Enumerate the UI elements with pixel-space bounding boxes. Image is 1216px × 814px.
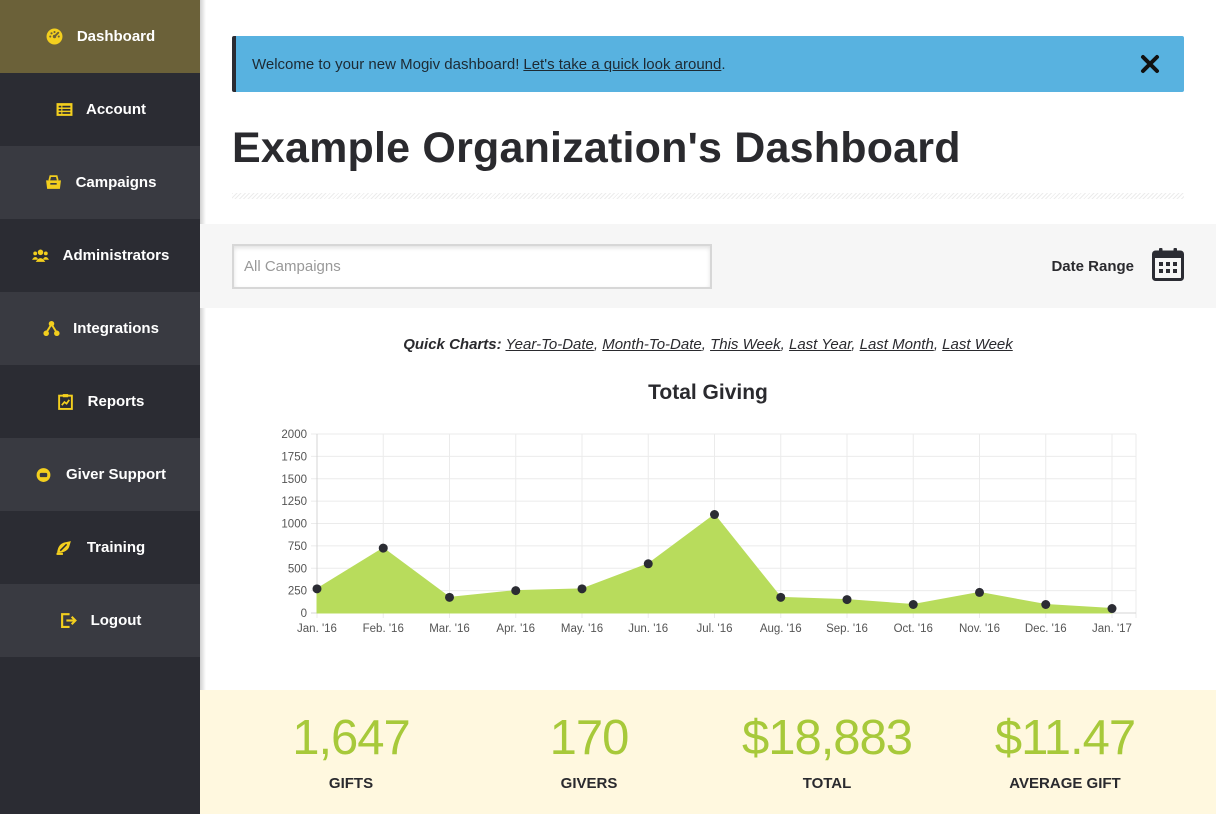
data-point — [577, 584, 587, 594]
quick-chart-link-mtd[interactable]: Month-To-Date — [602, 336, 702, 353]
sidebar-item-label: Logout — [90, 612, 142, 629]
sidebar-item-label: Dashboard — [76, 28, 156, 45]
data-point — [1107, 604, 1117, 614]
stat-total: $18,883 TOTAL — [708, 711, 946, 793]
x-tick-label: Dec. '16 — [1025, 623, 1067, 635]
y-tick-label: 1500 — [281, 474, 307, 486]
sidebar-item-label: Giver Support — [65, 466, 166, 483]
reports-icon — [56, 392, 76, 412]
welcome-banner: Welcome to your new Mogiv dashboard! Let… — [232, 36, 1184, 92]
x-tick-label: Jul. '16 — [696, 623, 732, 635]
series-area — [316, 513, 1113, 614]
y-tick-label: 2000 — [281, 429, 307, 441]
x-tick-label: Jan. '16 — [297, 623, 337, 635]
sidebar-item-label: Training — [86, 539, 146, 556]
data-point — [511, 586, 521, 596]
data-point — [975, 587, 984, 597]
account-icon — [54, 100, 74, 120]
stat-label: TOTAL — [802, 775, 852, 792]
quick-chart-link-last-month[interactable]: Last Month — [860, 336, 934, 353]
campaigns-icon — [44, 173, 64, 193]
stat-label: GIFTS — [328, 775, 374, 792]
sidebar-item-label: Account — [86, 101, 146, 118]
training-icon — [55, 538, 75, 558]
stat-label: AVERAGE GIFT — [1009, 775, 1121, 792]
logout-icon — [59, 611, 79, 631]
sidebar-item-logout[interactable]: Logout — [0, 584, 200, 657]
y-tick-label: 750 — [288, 541, 307, 553]
quick-charts-label: Quick Charts: — [403, 336, 502, 353]
data-point — [908, 599, 918, 609]
x-tick-label: Oct. '16 — [894, 623, 933, 635]
sidebar-item-label: Campaigns — [75, 174, 157, 191]
stat-gifts: 1,647 GIFTS — [232, 711, 470, 793]
x-tick-label: Jan. '17 — [1092, 623, 1132, 635]
sidebar-item-account[interactable]: Account — [0, 73, 200, 146]
title-divider — [232, 193, 1184, 199]
sidebar-item-label: Administrators — [62, 247, 170, 264]
quick-chart-link-last-week[interactable]: Last Week — [942, 336, 1013, 353]
x-tick-label: Mar. '16 — [429, 623, 470, 635]
sidebar-item-integrations[interactable]: Integrations — [0, 292, 200, 365]
x-tick-label: Aug. '16 — [760, 623, 802, 635]
data-point — [776, 592, 786, 602]
total-giving-chart: 0 250 500 750 1000 1250 1500 1750 2000 Jan. '16 Fe… — [281, 429, 1137, 635]
y-tick-label: 1750 — [281, 451, 307, 463]
integrations-icon — [41, 319, 61, 339]
x-tick-label: Jun. '16 — [628, 623, 668, 635]
banner-text: Welcome to your new Mogiv dashboard! — [252, 55, 520, 73]
stat-average-gift: $11.47 AVERAGE GIFT — [946, 711, 1184, 793]
main-content: Welcome to your new Mogiv dashboard! Let… — [200, 0, 1216, 814]
page-title: Example Organization's Dashboard — [232, 124, 961, 172]
data-point — [378, 543, 388, 553]
stat-label: GIVERS — [560, 775, 618, 792]
quick-chart-link-this-week[interactable]: This Week — [710, 336, 781, 353]
calendar-icon[interactable] — [1152, 247, 1184, 281]
sidebar: Dashboard Account Campaigns Administrato… — [0, 0, 200, 814]
dashboard-icon — [45, 27, 65, 47]
x-tick-label: Apr. '16 — [496, 623, 535, 635]
sidebar-item-training[interactable]: Training — [0, 511, 200, 584]
stat-givers: 170 GIVERS — [470, 711, 708, 793]
data-point — [710, 510, 719, 520]
sidebar-item-label: Integrations — [73, 320, 159, 337]
y-tick-label: 500 — [288, 563, 307, 575]
y-tick-label: 250 — [288, 586, 307, 598]
data-point — [312, 584, 322, 594]
close-icon[interactable] — [1138, 52, 1162, 76]
x-tick-label: Nov. '16 — [959, 623, 1000, 635]
sidebar-item-dashboard[interactable]: Dashboard — [0, 0, 200, 73]
quick-charts: Quick Charts: Year-To-Date, Month-To-Dat… — [403, 336, 1013, 353]
sidebar-item-administrators[interactable]: Administrators — [0, 219, 200, 292]
data-point — [643, 559, 653, 569]
banner-suffix: . — [721, 55, 726, 73]
sidebar-item-label: Reports — [87, 393, 145, 410]
sidebar-item-reports[interactable]: Reports — [0, 365, 200, 438]
date-range-label[interactable]: Date Range — [1051, 258, 1134, 275]
x-tick-label: Feb. '16 — [363, 623, 404, 635]
y-tick-label: 0 — [301, 608, 307, 620]
chart-title: Total Giving — [648, 381, 768, 404]
stat-value: 170 — [549, 711, 630, 765]
x-tick-label: Sep. '16 — [826, 623, 868, 635]
data-point — [445, 592, 454, 602]
sidebar-item-giver-support[interactable]: Giver Support — [0, 438, 200, 511]
sidebar-item-campaigns[interactable]: Campaigns — [0, 146, 200, 219]
y-tick-label: 1250 — [281, 496, 307, 508]
y-tick-label: 1000 — [281, 519, 307, 531]
stats-panel: 1,647 GIFTS 170 GIVERS $18,883 TOTAL $11… — [200, 690, 1216, 814]
stat-value: $18,883 — [741, 711, 913, 765]
stat-value: $11.47 — [994, 711, 1136, 765]
stat-value: 1,647 — [292, 711, 411, 765]
giver-support-icon — [34, 465, 54, 485]
filter-bar: All Campaigns Date Range — [200, 224, 1216, 308]
x-tick-label: May. '16 — [561, 623, 603, 635]
administrators-icon — [31, 246, 51, 266]
data-point — [842, 595, 852, 605]
campaign-select[interactable]: All Campaigns — [232, 244, 712, 289]
quick-chart-link-last-year[interactable]: Last Year — [789, 336, 851, 353]
quick-chart-link-ytd[interactable]: Year-To-Date — [505, 336, 593, 353]
banner-tour-link[interactable]: Let's take a quick look around — [523, 56, 721, 73]
data-point — [1041, 599, 1051, 609]
